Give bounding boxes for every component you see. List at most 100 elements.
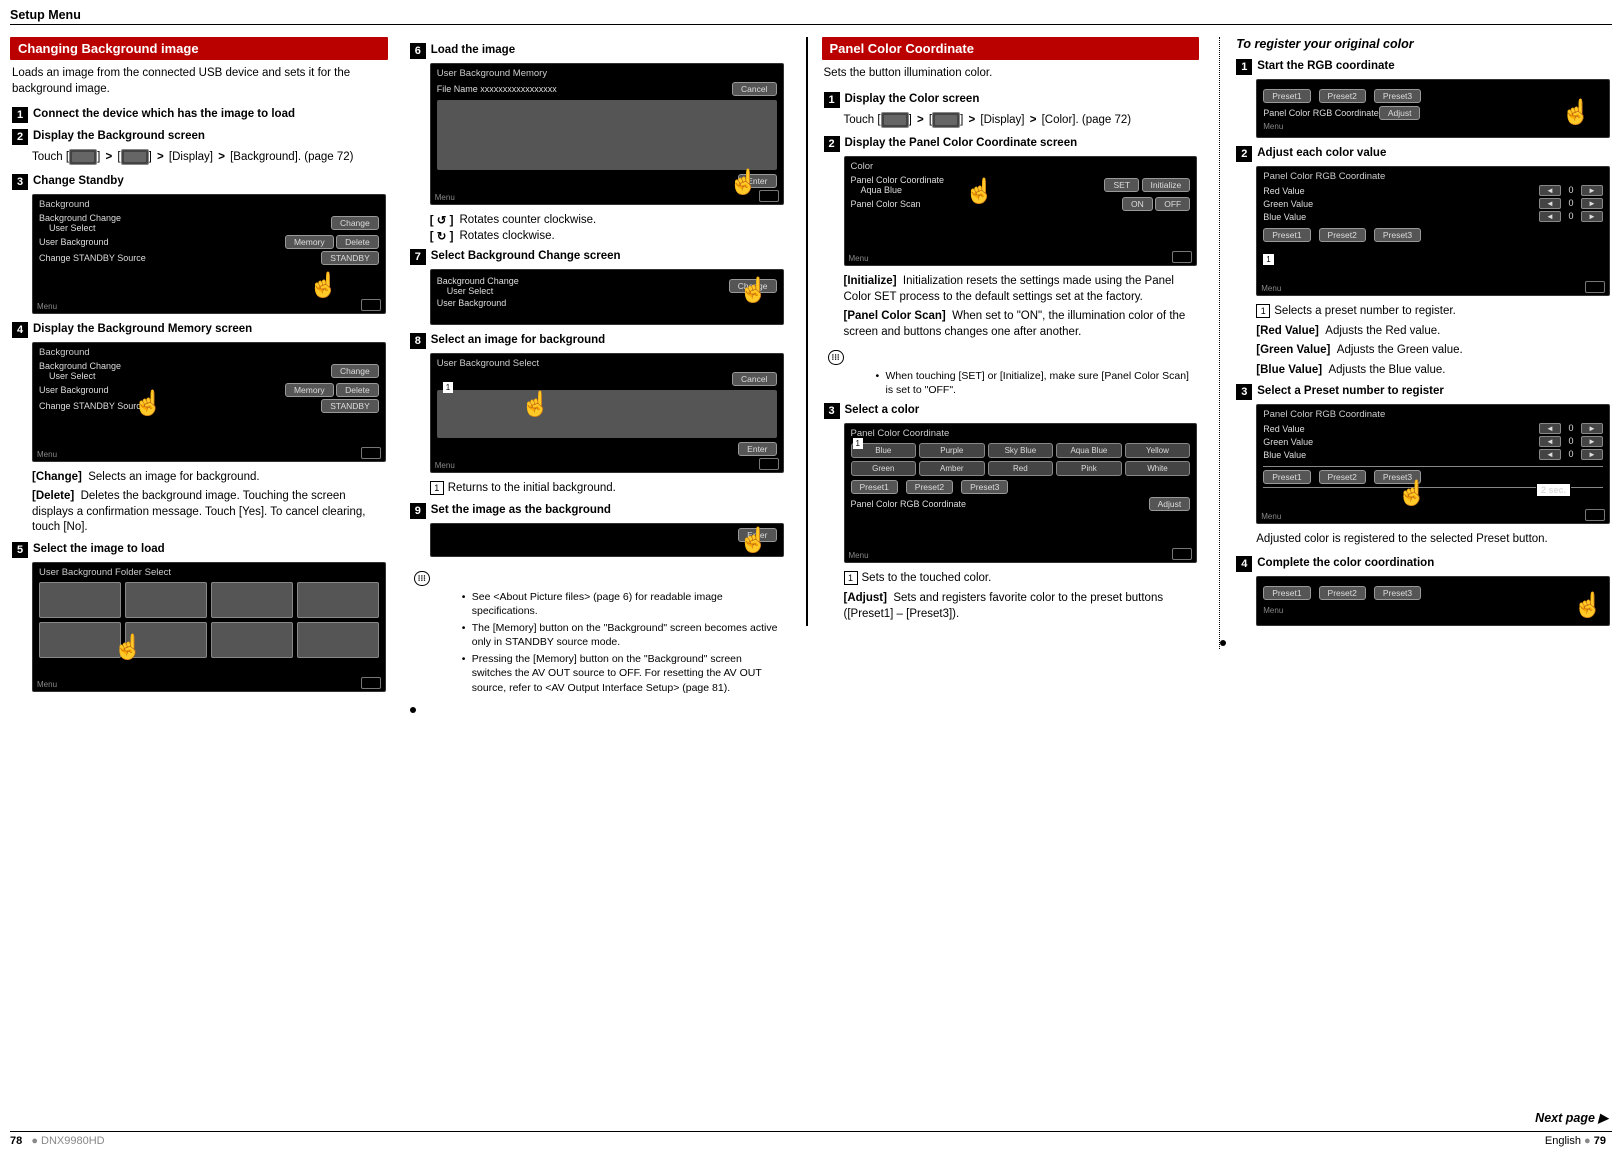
step-number: 2 bbox=[824, 136, 840, 152]
preset1-button[interactable]: Preset1 bbox=[1263, 586, 1310, 600]
step-label: Load the image bbox=[431, 43, 515, 58]
initialize-button[interactable]: Initialize bbox=[1142, 178, 1191, 192]
page-footer: 78 ● DNX9980HD English ● 79 bbox=[10, 1131, 1612, 1147]
color-swatch[interactable]: Yellow bbox=[1125, 443, 1191, 458]
screenshot-color: Color Panel Color Coordinate Aqua BlueSE… bbox=[844, 156, 1198, 266]
step-number: 4 bbox=[1236, 556, 1252, 572]
section-title-panel: Panel Color Coordinate bbox=[822, 37, 1200, 60]
def-label: [Red Value] bbox=[1256, 325, 1319, 337]
rotate-cw-desc: Rotates clockwise. bbox=[459, 230, 554, 242]
delete-button[interactable]: Delete bbox=[336, 235, 379, 249]
step-number: 1 bbox=[1236, 59, 1252, 75]
note-list: See <About Picture files> (page 6) for r… bbox=[422, 590, 784, 695]
color-swatch[interactable]: Sky Blue bbox=[988, 443, 1054, 458]
preset1-button[interactable]: Preset1 bbox=[851, 480, 898, 494]
decrease-button[interactable]: ◄ bbox=[1539, 185, 1561, 196]
preset1-button[interactable]: Preset1 bbox=[1263, 89, 1310, 103]
adjust-button[interactable]: Adjust bbox=[1149, 497, 1191, 511]
screenshot-background: Background Background Change User Select… bbox=[32, 194, 386, 314]
set-button[interactable]: SET bbox=[1104, 178, 1139, 192]
step-label: Display the Background screen bbox=[33, 129, 205, 144]
index-desc: Sets to the touched color. bbox=[862, 572, 992, 584]
def-label: [Panel Color Scan] bbox=[844, 310, 946, 322]
standby-button[interactable]: STANDBY bbox=[321, 251, 379, 265]
step-label: Set the image as the background bbox=[431, 503, 611, 518]
cancel-button[interactable]: Cancel bbox=[732, 372, 776, 386]
off-button[interactable]: OFF bbox=[1155, 197, 1190, 211]
cancel-button[interactable]: Cancel bbox=[732, 82, 776, 96]
def-text: Adjusts the Green value. bbox=[1337, 344, 1463, 356]
on-button[interactable]: ON bbox=[1122, 197, 1153, 211]
screenshot-preset-register: Panel Color RGB Coordinate Red Value◄0► … bbox=[1256, 404, 1610, 524]
page-number-right: 79 bbox=[1594, 1135, 1606, 1147]
screenshot-background-memory: Background Background Change User Select… bbox=[32, 342, 386, 462]
page-header: Setup Menu bbox=[10, 8, 1612, 25]
intro-text: Sets the button illumination color. bbox=[824, 66, 1198, 82]
step-number: 1 bbox=[12, 107, 28, 123]
increase-button[interactable]: ► bbox=[1581, 185, 1603, 196]
def-text: Selects an image for background. bbox=[88, 471, 259, 483]
step-number: 7 bbox=[410, 249, 426, 265]
touch-hand-icon bbox=[113, 633, 139, 663]
color-swatch[interactable]: White bbox=[1125, 461, 1191, 476]
color-swatch[interactable]: Purple bbox=[919, 443, 985, 458]
increase-button[interactable]: ► bbox=[1581, 198, 1603, 209]
index-marker: 1 bbox=[844, 571, 858, 585]
touch-hand-icon bbox=[739, 276, 765, 306]
step-label: Select Background Change screen bbox=[431, 249, 621, 264]
index-desc: Returns to the initial background. bbox=[448, 482, 616, 494]
section-end-dot bbox=[410, 707, 416, 713]
preset2-button[interactable]: Preset2 bbox=[1319, 470, 1366, 484]
step-number: 1 bbox=[824, 92, 840, 108]
def-label: [Adjust] bbox=[844, 592, 887, 604]
preset2-button[interactable]: Preset2 bbox=[1319, 586, 1366, 600]
change-button[interactable]: Change bbox=[331, 216, 379, 230]
preset2-button[interactable]: Preset2 bbox=[906, 480, 953, 494]
preset2-button[interactable]: Preset2 bbox=[1319, 228, 1366, 242]
color-swatch[interactable]: Red bbox=[988, 461, 1054, 476]
step-number: 4 bbox=[12, 322, 28, 338]
decrease-button[interactable]: ◄ bbox=[1539, 211, 1561, 222]
rotate-ccw-label: [ ↺ ] bbox=[430, 213, 454, 227]
touch-hand-icon bbox=[729, 168, 755, 198]
preset3-button[interactable]: Preset3 bbox=[1374, 228, 1421, 242]
note-icon: ⁝⁝⁝ bbox=[414, 571, 430, 586]
screenshot-complete: Preset1 Preset2 Preset3 Menu bbox=[1256, 576, 1610, 626]
color-swatch[interactable]: Aqua Blue bbox=[1056, 443, 1122, 458]
step-number: 3 bbox=[12, 174, 28, 190]
two-sec-badge: 2 sec. bbox=[1536, 483, 1571, 497]
step-number: 9 bbox=[410, 503, 426, 519]
color-swatch[interactable]: Green bbox=[851, 461, 917, 476]
section-title-bg: Changing Background image bbox=[10, 37, 388, 60]
color-swatch[interactable]: Pink bbox=[1056, 461, 1122, 476]
touch-hand-icon bbox=[739, 526, 765, 556]
preset2-button[interactable]: Preset2 bbox=[1319, 89, 1366, 103]
color-swatch[interactable]: Amber bbox=[919, 461, 985, 476]
step-label: Display the Panel Color Coordinate scree… bbox=[845, 136, 1078, 151]
step-label: Select a color bbox=[845, 403, 920, 418]
def-label: [Delete] bbox=[32, 490, 74, 502]
touch-hand-icon bbox=[1397, 479, 1423, 509]
sub-heading: To register your original color bbox=[1236, 37, 1610, 51]
preset3-button[interactable]: Preset3 bbox=[1374, 89, 1421, 103]
step-number: 2 bbox=[12, 129, 28, 145]
settings-icon bbox=[932, 112, 960, 128]
def-text: Deletes the background image. Touching t… bbox=[32, 490, 365, 533]
step-number: 5 bbox=[12, 542, 28, 558]
adjust-button[interactable]: Adjust bbox=[1379, 106, 1421, 120]
preset3-button[interactable]: Preset3 bbox=[961, 480, 1008, 494]
preset1-button[interactable]: Preset1 bbox=[1263, 228, 1310, 242]
memory-button[interactable]: Memory bbox=[285, 235, 334, 249]
step-label: Complete the color coordination bbox=[1257, 556, 1434, 571]
intro-text: Loads an image from the connected USB de… bbox=[12, 66, 386, 97]
preset1-button[interactable]: Preset1 bbox=[1263, 470, 1310, 484]
step-body: Touch [] > [] > [Display] > [Background]… bbox=[32, 149, 386, 166]
step-label: Start the RGB coordinate bbox=[1257, 59, 1394, 74]
preset3-button[interactable]: Preset3 bbox=[1374, 586, 1421, 600]
def-label: [Green Value] bbox=[1256, 344, 1330, 356]
step-label: Change Standby bbox=[33, 174, 124, 189]
increase-button[interactable]: ► bbox=[1581, 211, 1603, 222]
enter-button[interactable]: Enter bbox=[738, 442, 776, 456]
settings-icon bbox=[121, 149, 149, 165]
decrease-button[interactable]: ◄ bbox=[1539, 198, 1561, 209]
